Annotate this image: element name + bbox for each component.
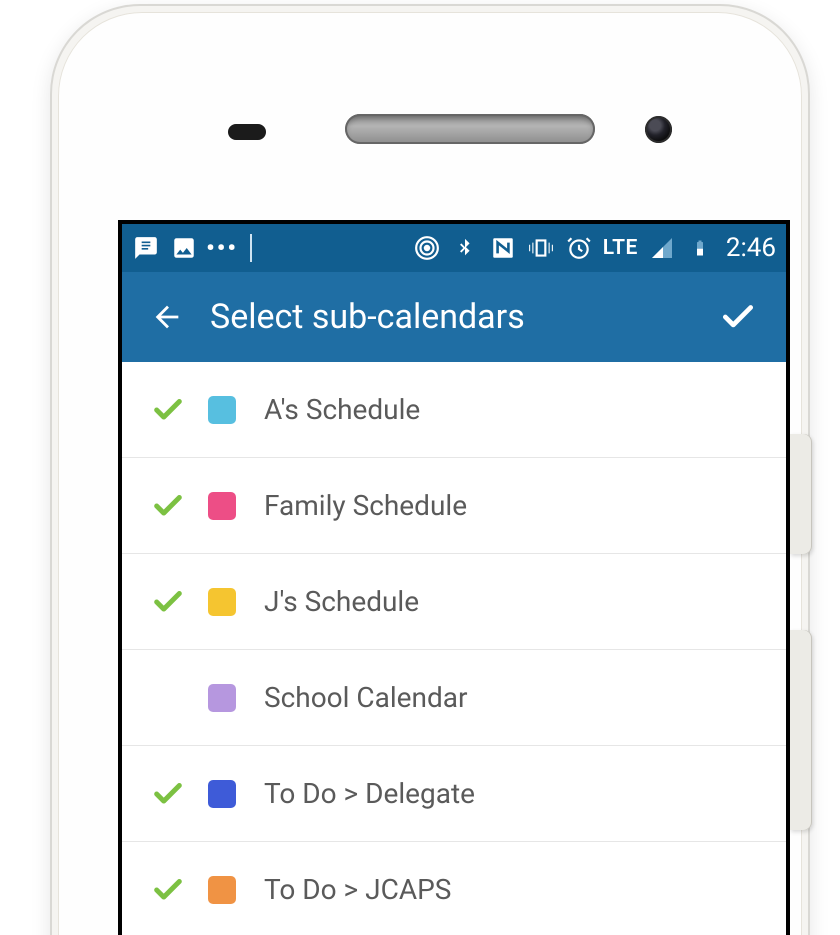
calendar-row[interactable]: School Calendar	[122, 650, 786, 746]
calendar-row[interactable]: To Do > Delegate	[122, 746, 786, 842]
message-icon	[132, 234, 160, 262]
volume-button[interactable]	[790, 630, 812, 830]
color-swatch	[208, 396, 236, 424]
signal-icon	[648, 234, 676, 262]
vibrate-icon	[527, 234, 555, 262]
proximity-sensor	[228, 124, 266, 140]
power-button[interactable]	[790, 434, 812, 554]
front-camera	[645, 116, 672, 143]
alarm-icon	[565, 234, 593, 262]
calendar-label: To Do > Delegate	[264, 777, 475, 810]
color-swatch	[208, 684, 236, 712]
app-bar: Select sub-calendars	[122, 272, 786, 362]
color-swatch	[208, 588, 236, 616]
back-button[interactable]	[148, 298, 186, 336]
check-icon	[148, 873, 188, 907]
check-icon	[148, 585, 188, 619]
clock: 2:46	[726, 233, 776, 263]
network-label: LTE	[603, 236, 638, 260]
check-icon	[148, 489, 188, 523]
calendar-list: A's Schedule Family Schedule J's Schedul…	[122, 362, 786, 935]
nfc-icon	[489, 234, 517, 262]
phone-frame: •••	[50, 4, 810, 935]
color-swatch	[208, 780, 236, 808]
calendar-row[interactable]: To Do > JCAPS	[122, 842, 786, 935]
hotspot-icon	[413, 234, 441, 262]
status-bar: •••	[122, 224, 786, 272]
color-swatch	[208, 492, 236, 520]
calendar-label: Family Schedule	[264, 489, 467, 522]
more-icon: •••	[208, 234, 236, 262]
calendar-label: To Do > JCAPS	[264, 873, 451, 906]
speaker-grille	[345, 114, 595, 144]
page-title: Select sub-calendars	[210, 297, 525, 337]
calendar-label: A's Schedule	[264, 393, 420, 426]
screen: •••	[118, 220, 790, 935]
calendar-row[interactable]: A's Schedule	[122, 362, 786, 458]
confirm-button[interactable]	[716, 295, 760, 339]
color-swatch	[208, 876, 236, 904]
calendar-label: J's Schedule	[264, 585, 419, 618]
check-icon	[148, 393, 188, 427]
check-icon	[148, 681, 188, 715]
bluetooth-icon	[451, 234, 479, 262]
image-icon	[170, 234, 198, 262]
calendar-row[interactable]: Family Schedule	[122, 458, 786, 554]
calendar-label: School Calendar	[264, 681, 467, 714]
calendar-row[interactable]: J's Schedule	[122, 554, 786, 650]
check-icon	[148, 777, 188, 811]
battery-icon	[686, 234, 714, 262]
